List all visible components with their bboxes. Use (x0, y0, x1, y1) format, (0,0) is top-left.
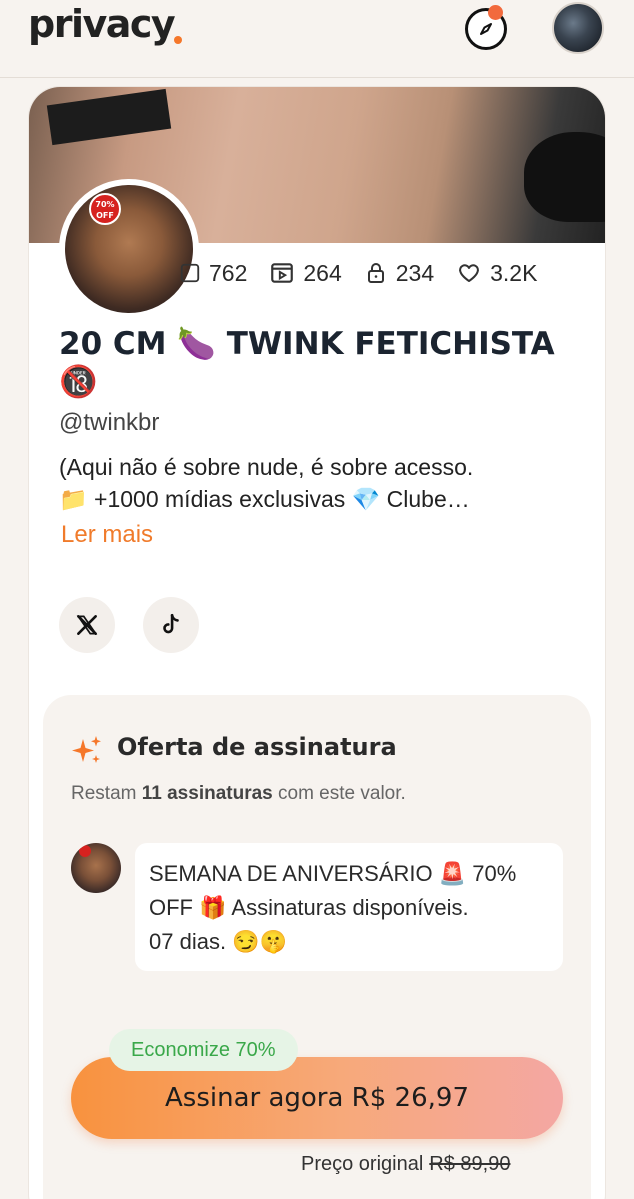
tiktok-icon[interactable] (143, 597, 199, 653)
profile-title-line: 20 CM 🍆 TWINK FETICHISTA (59, 326, 555, 362)
subscription-offer: Oferta de assinatura Restam 11 assinatur… (43, 695, 591, 1199)
profile-title: 20 CM 🍆 TWINK FETICHISTA 🔞 (59, 325, 579, 401)
message-line: SEMANA DE ANIVERSÁRIO 🚨 70% (149, 861, 517, 886)
message-line: 07 dias. 😏🤫 (149, 929, 287, 954)
video-icon (271, 263, 294, 283)
profile-stats: 762 264 234 3.2K (179, 257, 559, 289)
x-icon[interactable] (59, 597, 115, 653)
original-price-value: R$ 89,90 (429, 1153, 511, 1175)
profile-handle: @twinkbr (59, 409, 160, 436)
message-avatar (71, 843, 121, 893)
bio-line: (Aqui não é sobre nude, é sobre acesso. (59, 454, 474, 480)
top-header: privacy (0, 0, 634, 78)
profile-picture[interactable]: 70% OFF (59, 179, 199, 319)
stat-locked: 234 (364, 260, 434, 287)
lock-icon (367, 263, 384, 283)
mini-discount-badge (79, 845, 91, 857)
bio-line: 📁 +1000 mídias exclusivas 💎 Clube… (59, 486, 470, 512)
offer-message: SEMANA DE ANIVERSÁRIO 🚨 70% OFF 🎁 Assina… (135, 843, 563, 971)
stat-likes: 3.2K (456, 260, 537, 287)
stat-media: 762 (179, 260, 247, 287)
heart-icon (459, 264, 480, 282)
logo-dot (174, 36, 182, 44)
remaining-count: 11 assinaturas (141, 783, 273, 804)
savings-badge: Economize 70% (109, 1029, 298, 1071)
original-price-label: Preço original (301, 1153, 424, 1175)
original-price: Preço original R$ 89,90 (301, 1153, 510, 1176)
stat-media-count: 762 (209, 259, 248, 286)
discount-badge: 70% OFF (89, 193, 121, 225)
profile-card: 70% OFF 762 264 234 3.2K 20 CM 🍆 TWINK F… (28, 86, 606, 1199)
notification-dot (488, 5, 503, 20)
cover-detail (524, 132, 605, 222)
read-more-link[interactable]: Ler mais (61, 521, 153, 549)
privacy-logo[interactable]: privacy (28, 2, 176, 46)
message-line: OFF 🎁 Assinaturas disponíveis. (149, 895, 469, 920)
remaining-prefix: Restam (71, 783, 142, 804)
cover-detail (46, 88, 172, 146)
sparkle-icon (72, 736, 101, 763)
offer-title: Oferta de assinatura (117, 733, 397, 761)
profile-bio: (Aqui não é sobre nude, é sobre acesso. … (59, 451, 579, 515)
stat-likes-count: 3.2K (490, 259, 538, 286)
stat-videos-count: 264 (303, 259, 342, 286)
stat-videos: 264 (269, 259, 342, 287)
remaining-subscriptions: Restam 11 assinaturas com este valor. (71, 783, 406, 805)
stat-locked-count: 234 (395, 259, 435, 286)
remaining-suffix: com este valor. (272, 783, 406, 804)
profile-title-line: 🔞 (59, 364, 98, 400)
image-icon (180, 263, 200, 283)
avatar[interactable] (552, 2, 604, 54)
